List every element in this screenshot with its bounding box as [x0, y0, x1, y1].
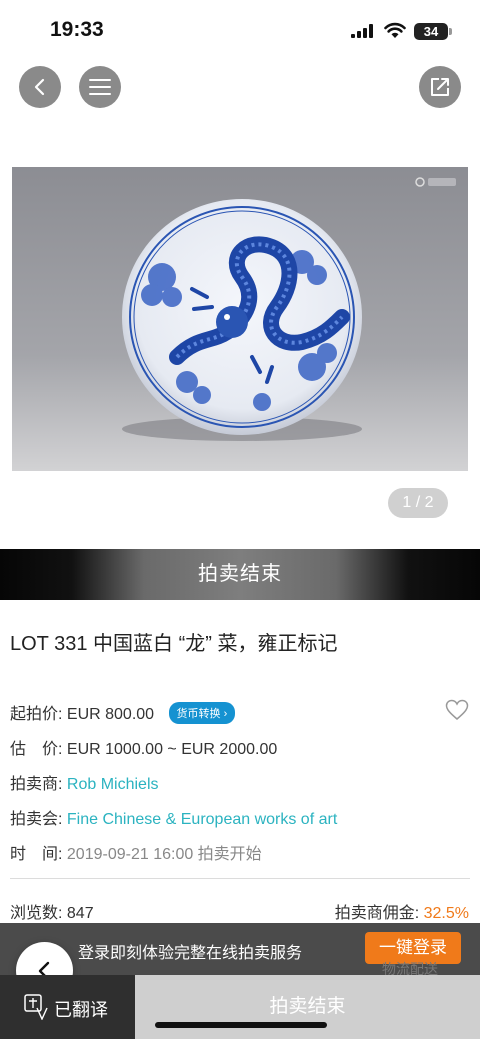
- translate-icon: [24, 994, 48, 1020]
- divider: [10, 878, 470, 879]
- home-indicator: [155, 1022, 327, 1028]
- sale-label: 拍卖会:: [10, 811, 63, 828]
- translated-label: 已翻译: [54, 1000, 108, 1020]
- auction-ended-button[interactable]: 拍卖结束: [135, 975, 480, 1039]
- sale-link[interactable]: Fine Chinese & European works of art: [67, 811, 337, 828]
- hamburger-menu-icon: [89, 79, 111, 95]
- estimate-label: 估 价:: [10, 741, 63, 758]
- menu-button[interactable]: [79, 66, 121, 108]
- chevron-left-icon: [34, 78, 45, 96]
- auctioneer-row: 拍卖商: Rob Michiels: [10, 770, 159, 794]
- start-price-value: EUR 800.00: [66, 706, 155, 723]
- auctioneer-link[interactable]: Rob Michiels: [67, 776, 159, 793]
- share-external-icon: [431, 78, 449, 96]
- share-button[interactable]: [419, 66, 461, 108]
- porcelain-dish-image: [12, 167, 468, 471]
- favorite-heart-icon[interactable]: [445, 699, 469, 721]
- estimate-value: EUR 1000.00 ~ EUR 2000.00: [66, 741, 278, 758]
- cellular-signal-icon: [351, 24, 373, 38]
- back-button[interactable]: [19, 66, 61, 108]
- wifi-icon: [384, 22, 406, 38]
- translate-toggle[interactable]: 已翻译: [0, 975, 135, 1039]
- commission-info: 拍卖商佣金: 32.5%: [335, 899, 469, 923]
- commission-value: 32.5%: [423, 905, 469, 922]
- views-label: 浏览数:: [10, 905, 63, 922]
- views-count: 浏览数: 847: [10, 899, 94, 923]
- image-counter: 1 / 2: [388, 488, 448, 518]
- estimate-row: 估 价: EUR 1000.00 ~ EUR 2000.00: [10, 735, 277, 759]
- sale-row: 拍卖会: Fine Chinese & European works of ar…: [10, 805, 337, 829]
- lot-title: LOT 331 中国蓝白 “龙” 菜，雍正标记: [10, 633, 338, 655]
- auctioneer-label: 拍卖商:: [10, 776, 63, 793]
- start-price-row: 起拍价: EUR 800.00 货币转换 ›: [10, 700, 236, 724]
- status-time: 19:33: [50, 18, 104, 41]
- battery-icon: 34: [414, 23, 448, 40]
- status-bar: 19:33 34: [0, 0, 480, 60]
- bottom-action-bar: 已翻译 拍卖结束: [0, 975, 480, 1039]
- time-row: 时 间: 2019-09-21 16:00 拍卖开始: [10, 840, 262, 864]
- time-label: 时 间:: [10, 846, 63, 863]
- auction-ended-banner: 拍卖结束: [0, 549, 480, 600]
- login-promo-text: 登录即刻体验完整在线拍卖服务: [78, 945, 303, 962]
- start-price-label: 起拍价:: [10, 706, 63, 723]
- lot-photo[interactable]: [12, 167, 468, 471]
- battery-tip: [449, 28, 452, 35]
- currency-convert-button[interactable]: 货币转换 ›: [168, 702, 236, 724]
- time-value: 2019-09-21 16:00 拍卖开始: [66, 846, 262, 863]
- views-value: 847: [66, 905, 94, 922]
- commission-label: 拍卖商佣金:: [334, 905, 420, 922]
